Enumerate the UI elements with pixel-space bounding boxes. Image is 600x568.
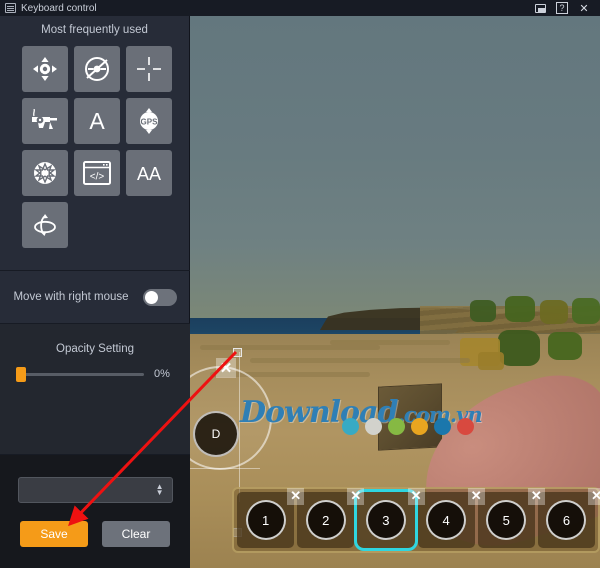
hotbar-slot-6[interactable]: 6 ✕ (537, 488, 600, 548)
window-titlebar: Keyboard control ? ✕ (0, 0, 600, 16)
opacity-slider-handle[interactable] (16, 366, 26, 382)
opacity-section: Opacity Setting 0% (0, 324, 190, 454)
steering-wheel-icon (84, 56, 110, 82)
joystick-label: D (211, 427, 221, 441)
save-button-label: Save (40, 527, 68, 541)
svg-text:AA: AA (137, 164, 161, 184)
control-icon-gun[interactable] (22, 98, 68, 144)
marker-resize-handle[interactable] (233, 348, 242, 357)
window-title: Keyboard control (21, 2, 97, 14)
panel-footer: ▲ ▼ Save Clear (0, 455, 190, 568)
sand-ridge (200, 345, 380, 350)
opacity-slider[interactable] (16, 366, 144, 382)
keyboard-icon (5, 3, 16, 13)
tree (505, 296, 535, 322)
save-icon (534, 3, 546, 13)
opacity-value: 0% (154, 368, 170, 380)
dpad-icon (32, 56, 58, 82)
toggle-knob (144, 290, 158, 304)
palette-swatch-2[interactable] (365, 418, 382, 435)
letter-a-icon: A (84, 108, 110, 134)
help-button[interactable]: ? (551, 0, 573, 16)
control-icon-rotate-view[interactable] (22, 202, 68, 248)
svg-text:GPS: GPS (141, 118, 159, 127)
hotbar-slot-3[interactable]: 3 ✕ (354, 488, 425, 551)
hay-bale (478, 352, 504, 370)
hotbar-slot-number: 2 (305, 500, 346, 540)
screen: ✕ D Download.com.vn 1 ✕ 2 ✕ 3 ✕ 4 ✕ 5 ✕ 6 ✕ Most fr… (0, 0, 600, 568)
save-layout-button[interactable] (529, 0, 551, 16)
palette-swatch-4[interactable] (411, 418, 428, 435)
virtual-joystick-knob[interactable]: D (193, 411, 239, 457)
hotbar-slot-5[interactable]: 5 ✕ (477, 488, 545, 548)
keyboard-control-panel: Most frequently used A GPS </> AA Move w… (0, 0, 190, 568)
hotbar-slot-close-icon[interactable]: ✕ (467, 488, 485, 505)
tree (470, 300, 496, 322)
tree (572, 298, 600, 324)
move-with-right-mouse-row[interactable]: Move with right mouse (0, 271, 190, 323)
control-icon-crosshair[interactable] (126, 46, 172, 92)
clear-button-label: Clear (121, 527, 151, 541)
crosshair-icon (136, 56, 162, 82)
tree (498, 330, 540, 366)
palette-swatch-1[interactable] (342, 418, 359, 435)
hotbar-slot-number: 3 (365, 500, 406, 540)
sand-ridge (250, 358, 470, 363)
rotate-view-icon (31, 212, 59, 238)
clear-button[interactable]: Clear (102, 521, 170, 547)
sand-ridge (330, 340, 450, 345)
control-icon-dpad[interactable] (22, 46, 68, 92)
hotbar-slot-number: 4 (426, 500, 467, 540)
control-icon-star-wheel[interactable] (22, 150, 68, 196)
control-icon-double-a[interactable]: AA (126, 150, 172, 196)
double-a-icon: AA (132, 160, 166, 186)
section-title-text: Most frequently used (41, 24, 148, 36)
hotbar-slot-close-icon[interactable]: ✕ (588, 488, 600, 505)
hotbar-slot-close-icon[interactable]: ✕ (407, 488, 425, 505)
palette-swatch-6[interactable] (457, 418, 474, 435)
hotbar-slot-1[interactable]: 1 ✕ (237, 488, 305, 548)
palette-swatch-3[interactable] (388, 418, 405, 435)
hotbar-slot-4[interactable]: 4 ✕ (417, 488, 485, 548)
item-hotbar[interactable]: 1 ✕ 2 ✕ 3 ✕ 4 ✕ 5 ✕ 6 ✕ (232, 487, 600, 553)
opacity-slider-row[interactable]: 0% (0, 355, 190, 382)
move-with-right-mouse-toggle[interactable] (142, 288, 177, 306)
hotbar-slot-number: 5 (486, 500, 527, 540)
help-icon: ? (556, 2, 568, 14)
save-button[interactable]: Save (20, 521, 88, 547)
gps-icon: GPS (135, 107, 163, 135)
tree (540, 300, 568, 324)
profile-select[interactable]: ▲ ▼ (17, 477, 173, 503)
hotbar-slot-close-icon[interactable]: ✕ (527, 488, 545, 505)
control-icon-code-window[interactable]: </> (74, 150, 120, 196)
svg-text:A: A (89, 108, 105, 134)
hotbar-slot-close-icon[interactable]: ✕ (287, 488, 305, 505)
control-icon-letter-a[interactable]: A (74, 98, 120, 144)
hotbar-slot-number: 6 (546, 500, 587, 540)
gun-icon (30, 109, 60, 133)
tree (548, 332, 582, 360)
move-with-right-mouse-label: Move with right mouse (13, 291, 129, 303)
code-window-icon: </> (83, 161, 111, 185)
control-icon-gps[interactable]: GPS (126, 98, 172, 144)
chevron-updown-icon: ▲ ▼ (155, 482, 164, 497)
close-icon: ✕ (579, 2, 589, 15)
svg-text:</>: </> (90, 172, 105, 183)
close-button[interactable]: ✕ (573, 0, 595, 16)
control-icon-steering-wheel[interactable] (74, 46, 120, 92)
footer-button-row: Save Clear (0, 521, 190, 547)
hotbar-slot-close-icon[interactable]: ✕ (347, 488, 365, 505)
hotbar-slot-2[interactable]: 2 ✕ (297, 488, 365, 548)
star-wheel-icon (31, 159, 59, 187)
control-icon-grid[interactable]: A GPS </> AA (0, 44, 189, 254)
hotbar-slot-number: 1 (245, 500, 286, 540)
color-palette[interactable] (342, 418, 474, 435)
opacity-label: Opacity Setting (56, 343, 134, 355)
panel-section-title: Most frequently used (0, 16, 189, 44)
palette-swatch-5[interactable] (434, 418, 451, 435)
